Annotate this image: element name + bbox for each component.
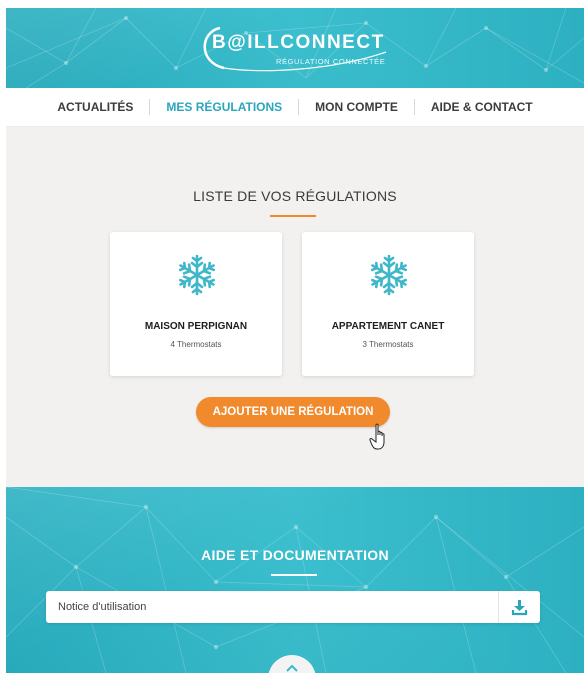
- snowflake-icon: [368, 254, 410, 296]
- main-nav: ACTUALITÉS MES RÉGULATIONS MON COMPTE AI…: [6, 88, 584, 127]
- thermostat-count: 4 Thermostats: [170, 340, 222, 349]
- nav-item-mon-compte[interactable]: MON COMPTE: [299, 100, 414, 114]
- logo-subtitle: RÉGULATION CONNECTÉE: [276, 57, 386, 66]
- help-section: AIDE ET DOCUMENTATION: [6, 487, 584, 673]
- logo-title: B@ILLCONNECT: [212, 32, 385, 53]
- help-network-pattern: [6, 487, 584, 673]
- nav-item-aide-contact[interactable]: AIDE & CONTACT: [415, 100, 549, 114]
- thermostat-count: 3 Thermostats: [362, 340, 414, 349]
- nav-item-mes-regulations[interactable]: MES RÉGULATIONS: [150, 100, 298, 114]
- add-regulation-button[interactable]: AJOUTER UNE RÉGULATION: [196, 397, 390, 427]
- regulations-section: LISTE DE VOS RÉGULATIONS MAISON PERPIGNA…: [6, 127, 584, 487]
- header-banner: B@ILLCONNECT RÉGULATION CONNECTÉE: [6, 8, 584, 88]
- download-button[interactable]: [499, 591, 540, 623]
- notice-row: [46, 591, 540, 623]
- help-title: AIDE ET DOCUMENTATION: [201, 547, 389, 563]
- download-icon: [511, 600, 528, 616]
- chevron-up-icon: [286, 664, 298, 672]
- hand-cursor-icon: [369, 423, 385, 450]
- regulation-name: APPARTEMENT CANET: [331, 321, 445, 332]
- section-title: LISTE DE VOS RÉGULATIONS: [193, 188, 397, 204]
- snowflake-icon: [176, 254, 218, 296]
- regulation-card[interactable]: APPARTEMENT CANET 3 Thermostats: [302, 232, 474, 376]
- nav-item-actualites[interactable]: ACTUALITÉS: [41, 100, 149, 114]
- title-underline: [270, 215, 316, 217]
- help-title-underline: [271, 574, 317, 576]
- regulation-name: MAISON PERPIGNAN: [144, 321, 248, 332]
- regulation-card[interactable]: MAISON PERPIGNAN 4 Thermostats: [110, 232, 282, 376]
- notice-field[interactable]: [46, 591, 496, 623]
- brand-logo[interactable]: B@ILLCONNECT RÉGULATION CONNECTÉE: [194, 22, 404, 74]
